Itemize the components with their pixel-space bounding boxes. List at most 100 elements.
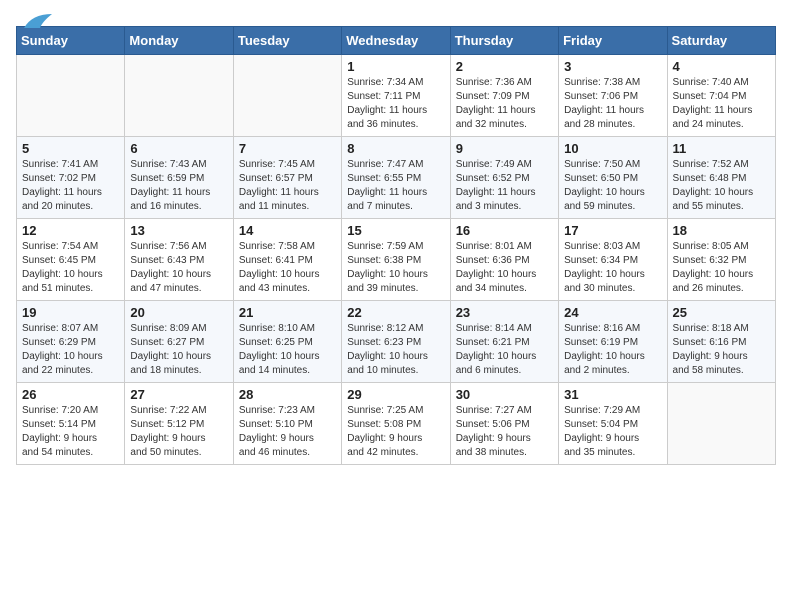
calendar-cell: 31 Sunrise: 7:29 AM Sunset: 5:04 PM Dayli…: [559, 383, 667, 465]
day-content: Sunrise: 8:09 AM Sunset: 6:27 PM Dayligh…: [130, 322, 227, 378]
day-content: Sunrise: 8:16 AM Sunset: 6:19 PM Dayligh…: [564, 322, 661, 378]
day-number: 10: [564, 141, 661, 156]
day-content: Sunrise: 7:56 AM Sunset: 6:43 PM Dayligh…: [130, 240, 227, 296]
day-number: 9: [456, 141, 553, 156]
calendar-cell: 21 Sunrise: 8:10 AM Sunset: 6:25 PM Dayli…: [233, 301, 341, 383]
day-content: Sunrise: 7:38 AM Sunset: 7:06 PM Dayligh…: [564, 76, 661, 132]
day-content: Sunrise: 7:58 AM Sunset: 6:41 PM Dayligh…: [239, 240, 336, 296]
day-number: 6: [130, 141, 227, 156]
calendar-cell: 5 Sunrise: 7:41 AM Sunset: 7:02 PM Daylig…: [17, 137, 125, 219]
day-number: 11: [673, 141, 770, 156]
day-number: 22: [347, 305, 444, 320]
day-number: 25: [673, 305, 770, 320]
day-number: 4: [673, 59, 770, 74]
day-content: Sunrise: 7:47 AM Sunset: 6:55 PM Dayligh…: [347, 158, 444, 214]
calendar-cell: 27Sunrise: 7:22 AM Sunset: 5:12 PM Dayli…: [125, 383, 233, 465]
day-content: Sunrise: 7:40 AM Sunset: 7:04 PM Dayligh…: [673, 76, 770, 132]
calendar-cell: [667, 383, 775, 465]
day-content: Sunrise: 7:29 AM Sunset: 5:04 PM Dayligh…: [564, 404, 661, 460]
day-number: 23: [456, 305, 553, 320]
day-number: 1: [347, 59, 444, 74]
day-number: 31: [564, 387, 661, 402]
day-content: Sunrise: 8:14 AM Sunset: 6:21 PM Dayligh…: [456, 322, 553, 378]
day-content: Sunrise: 7:59 AM Sunset: 6:38 PM Dayligh…: [347, 240, 444, 296]
calendar-header-row: SundayMondayTuesdayWednesdayThursdayFrid…: [17, 27, 776, 55]
calendar-cell: 19Sunrise: 8:07 AM Sunset: 6:29 PM Dayli…: [17, 301, 125, 383]
day-content: Sunrise: 7:49 AM Sunset: 6:52 PM Dayligh…: [456, 158, 553, 214]
calendar-table: SundayMondayTuesdayWednesdayThursdayFrid…: [16, 26, 776, 465]
calendar-cell: 12Sunrise: 7:54 AM Sunset: 6:45 PM Dayli…: [17, 219, 125, 301]
calendar-cell: [17, 55, 125, 137]
day-number: 20: [130, 305, 227, 320]
calendar-week-row: 1 Sunrise: 7:34 AM Sunset: 7:11 PM Daylig…: [17, 55, 776, 137]
day-number: 15: [347, 223, 444, 238]
calendar-cell: 6 Sunrise: 7:43 AM Sunset: 6:59 PM Daylig…: [125, 137, 233, 219]
calendar-cell: 10Sunrise: 7:50 AM Sunset: 6:50 PM Dayli…: [559, 137, 667, 219]
day-number: 21: [239, 305, 336, 320]
day-content: Sunrise: 7:25 AM Sunset: 5:08 PM Dayligh…: [347, 404, 444, 460]
calendar-cell: 23 Sunrise: 8:14 AM Sunset: 6:21 PM Dayli…: [450, 301, 558, 383]
day-number: 7: [239, 141, 336, 156]
day-content: Sunrise: 7:41 AM Sunset: 7:02 PM Dayligh…: [22, 158, 119, 214]
calendar-cell: 26Sunrise: 7:20 AM Sunset: 5:14 PM Dayli…: [17, 383, 125, 465]
day-content: Sunrise: 7:43 AM Sunset: 6:59 PM Dayligh…: [130, 158, 227, 214]
day-content: Sunrise: 7:52 AM Sunset: 6:48 PM Dayligh…: [673, 158, 770, 214]
day-number: 13: [130, 223, 227, 238]
day-content: Sunrise: 8:12 AM Sunset: 6:23 PM Dayligh…: [347, 322, 444, 378]
day-content: Sunrise: 7:34 AM Sunset: 7:11 PM Dayligh…: [347, 76, 444, 132]
calendar-cell: 20 Sunrise: 8:09 AM Sunset: 6:27 PM Dayli…: [125, 301, 233, 383]
day-content: Sunrise: 7:36 AM Sunset: 7:09 PM Dayligh…: [456, 76, 553, 132]
day-content: Sunrise: 7:20 AM Sunset: 5:14 PM Dayligh…: [22, 404, 119, 460]
calendar-week-row: 12Sunrise: 7:54 AM Sunset: 6:45 PM Dayli…: [17, 219, 776, 301]
page-header: [0, 0, 792, 26]
day-content: Sunrise: 8:07 AM Sunset: 6:29 PM Dayligh…: [22, 322, 119, 378]
day-number: 28: [239, 387, 336, 402]
day-of-week-header: Friday: [559, 27, 667, 55]
calendar-week-row: 5 Sunrise: 7:41 AM Sunset: 7:02 PM Daylig…: [17, 137, 776, 219]
day-number: 3: [564, 59, 661, 74]
calendar-cell: 2 Sunrise: 7:36 AM Sunset: 7:09 PM Daylig…: [450, 55, 558, 137]
calendar-cell: 30 Sunrise: 7:27 AM Sunset: 5:06 PM Dayli…: [450, 383, 558, 465]
calendar-cell: 9 Sunrise: 7:49 AM Sunset: 6:52 PM Daylig…: [450, 137, 558, 219]
day-content: Sunrise: 7:23 AM Sunset: 5:10 PM Dayligh…: [239, 404, 336, 460]
day-of-week-header: Tuesday: [233, 27, 341, 55]
day-number: 8: [347, 141, 444, 156]
day-of-week-header: Wednesday: [342, 27, 450, 55]
day-of-week-header: Monday: [125, 27, 233, 55]
day-number: 12: [22, 223, 119, 238]
calendar-cell: 17 Sunrise: 8:03 AM Sunset: 6:34 PM Dayli…: [559, 219, 667, 301]
day-content: Sunrise: 7:27 AM Sunset: 5:06 PM Dayligh…: [456, 404, 553, 460]
calendar-cell: 8 Sunrise: 7:47 AM Sunset: 6:55 PM Daylig…: [342, 137, 450, 219]
calendar-cell: 15 Sunrise: 7:59 AM Sunset: 6:38 PM Dayli…: [342, 219, 450, 301]
day-number: 30: [456, 387, 553, 402]
calendar-cell: 1 Sunrise: 7:34 AM Sunset: 7:11 PM Daylig…: [342, 55, 450, 137]
calendar-cell: 4 Sunrise: 7:40 AM Sunset: 7:04 PM Daylig…: [667, 55, 775, 137]
day-number: 24: [564, 305, 661, 320]
day-content: Sunrise: 8:01 AM Sunset: 6:36 PM Dayligh…: [456, 240, 553, 296]
day-number: 14: [239, 223, 336, 238]
calendar-cell: 14 Sunrise: 7:58 AM Sunset: 6:41 PM Dayli…: [233, 219, 341, 301]
day-content: Sunrise: 8:18 AM Sunset: 6:16 PM Dayligh…: [673, 322, 770, 378]
day-of-week-header: Sunday: [17, 27, 125, 55]
day-of-week-header: Thursday: [450, 27, 558, 55]
day-number: 16: [456, 223, 553, 238]
calendar-cell: 24 Sunrise: 8:16 AM Sunset: 6:19 PM Dayli…: [559, 301, 667, 383]
day-content: Sunrise: 7:45 AM Sunset: 6:57 PM Dayligh…: [239, 158, 336, 214]
day-number: 29: [347, 387, 444, 402]
day-number: 18: [673, 223, 770, 238]
day-content: Sunrise: 8:03 AM Sunset: 6:34 PM Dayligh…: [564, 240, 661, 296]
day-number: 17: [564, 223, 661, 238]
day-of-week-header: Saturday: [667, 27, 775, 55]
day-content: Sunrise: 8:05 AM Sunset: 6:32 PM Dayligh…: [673, 240, 770, 296]
day-number: 27: [130, 387, 227, 402]
calendar-cell: 28 Sunrise: 7:23 AM Sunset: 5:10 PM Dayli…: [233, 383, 341, 465]
day-content: Sunrise: 8:10 AM Sunset: 6:25 PM Dayligh…: [239, 322, 336, 378]
calendar-cell: 25 Sunrise: 8:18 AM Sunset: 6:16 PM Dayli…: [667, 301, 775, 383]
calendar-cell: 13 Sunrise: 7:56 AM Sunset: 6:43 PM Dayli…: [125, 219, 233, 301]
logo-wing-icon: [22, 12, 54, 30]
day-number: 5: [22, 141, 119, 156]
calendar-week-row: 26Sunrise: 7:20 AM Sunset: 5:14 PM Dayli…: [17, 383, 776, 465]
day-number: 2: [456, 59, 553, 74]
calendar-cell: [233, 55, 341, 137]
calendar-cell: 18 Sunrise: 8:05 AM Sunset: 6:32 PM Dayli…: [667, 219, 775, 301]
